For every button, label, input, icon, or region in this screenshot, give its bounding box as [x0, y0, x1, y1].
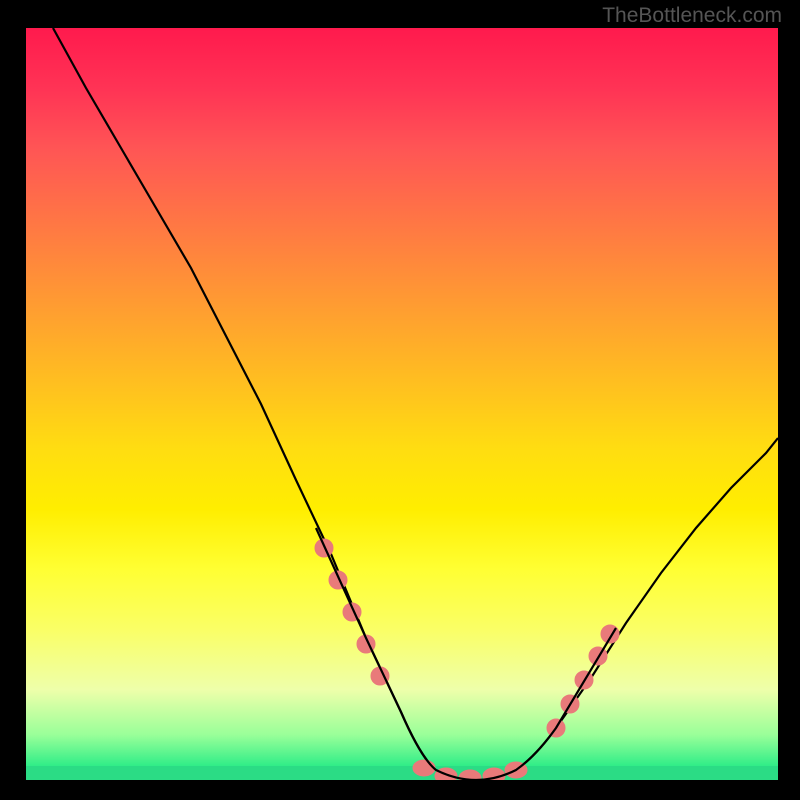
- green-band: [26, 766, 778, 780]
- watermark-text: TheBottleneck.com: [602, 4, 782, 28]
- bottleneck-curve-path-overlay: [316, 528, 616, 780]
- curve-svg: [26, 28, 778, 780]
- bottleneck-curve-path: [53, 28, 778, 780]
- plot-area: [26, 28, 778, 780]
- chart-container: TheBottleneck.com: [0, 0, 800, 800]
